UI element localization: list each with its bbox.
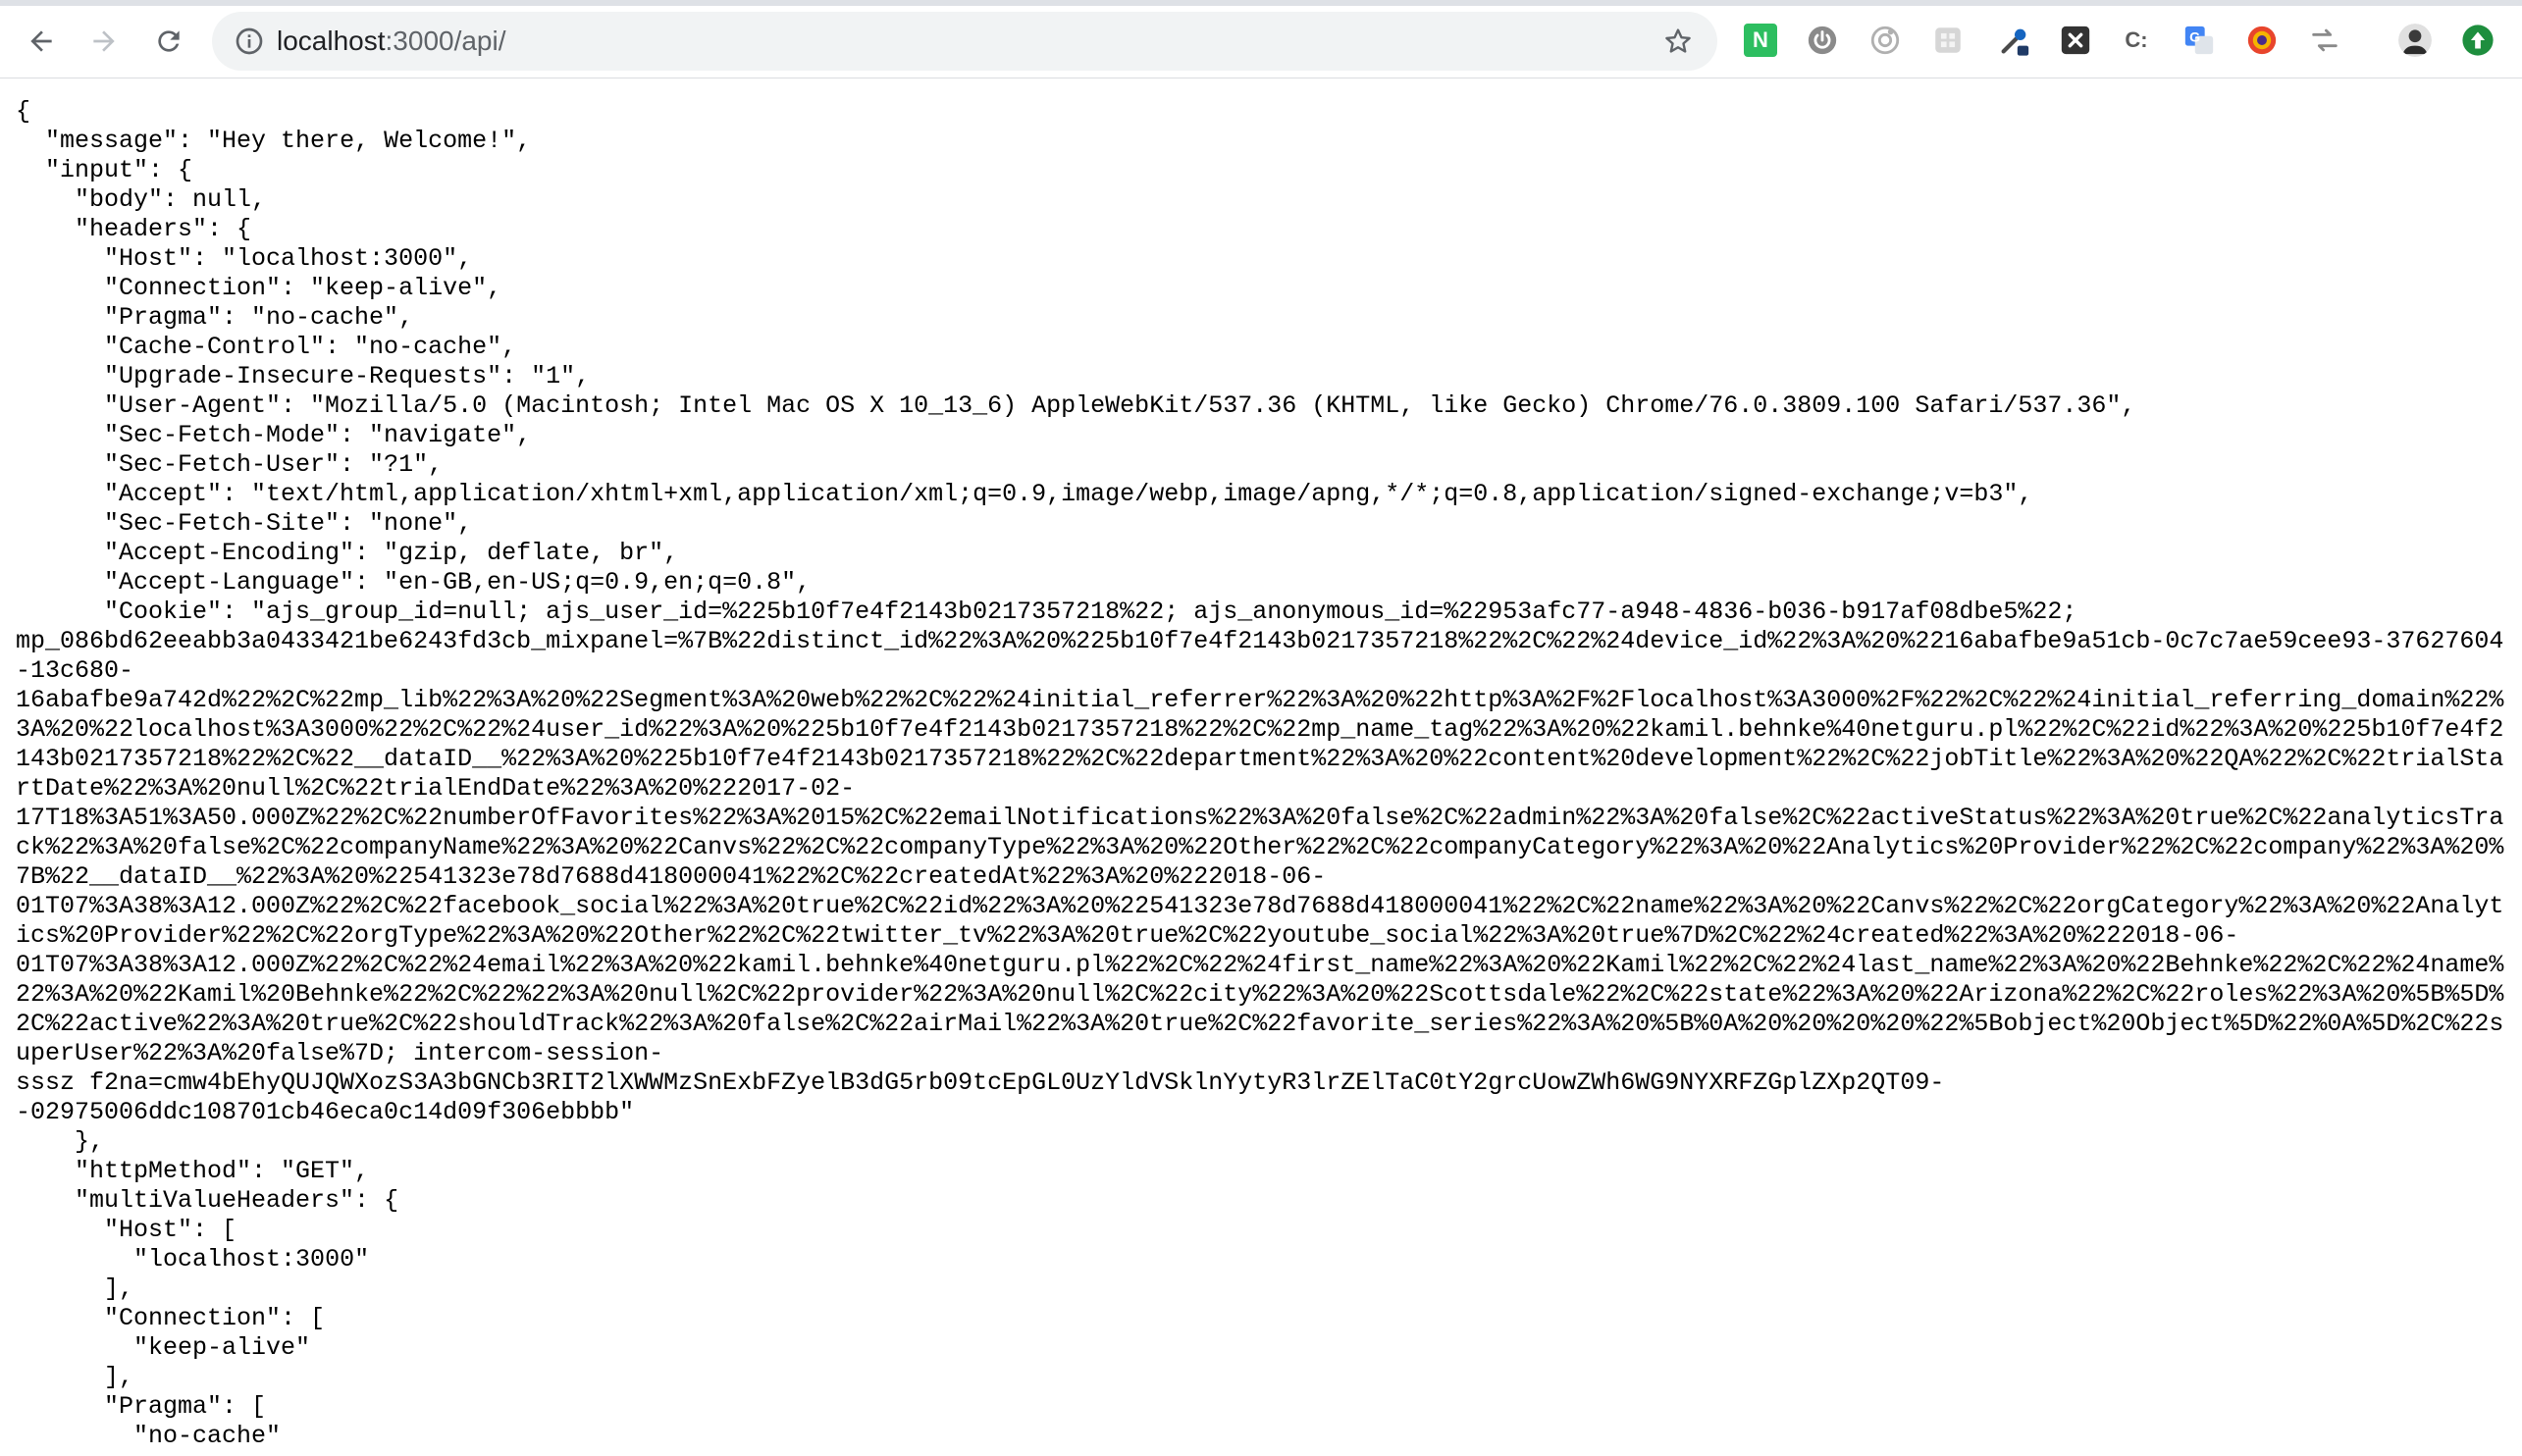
url-text[interactable]: localhost:3000/api/ [277,12,506,71]
reload-icon [158,30,180,52]
svg-text:G: G [2189,29,2200,45]
profile-avatar[interactable] [2398,24,2432,57]
bookmark-star-icon[interactable] [1662,26,1694,57]
back-button[interactable] [18,18,65,65]
color-picker-icon[interactable] [2245,24,2279,57]
forward-button[interactable] [80,18,128,65]
tab-strip [0,0,2522,6]
target-icon[interactable] [1868,24,1902,57]
forward-arrow-icon [93,30,115,52]
url-host: localhost [277,26,386,56]
update-icon[interactable] [2461,24,2495,57]
eyedropper-icon[interactable] [1998,24,2031,57]
ci-icon[interactable]: C: [2120,24,2153,57]
browser-toolbar: localhost:3000/api/ N C: G [0,0,2522,78]
back-arrow-icon [30,30,52,52]
info-icon[interactable] [234,26,265,57]
address-bar[interactable]: localhost:3000/api/ [212,12,1717,71]
x-icon[interactable] [2059,24,2092,57]
json-response-body: { "message": "Hey there, Welcome!", "inp… [16,97,2504,1450]
reload-button[interactable] [145,18,192,65]
page-content: { "message": "Hey there, Welcome!", "inp… [0,79,2522,1456]
grid-icon[interactable] [1931,24,1965,57]
shuffle-icon[interactable] [2308,24,2341,57]
evernote-icon[interactable]: N [1744,24,1777,57]
power-icon[interactable] [1806,24,1839,57]
translate-icon[interactable]: G [2182,24,2216,57]
url-path: :3000/api/ [385,26,506,56]
